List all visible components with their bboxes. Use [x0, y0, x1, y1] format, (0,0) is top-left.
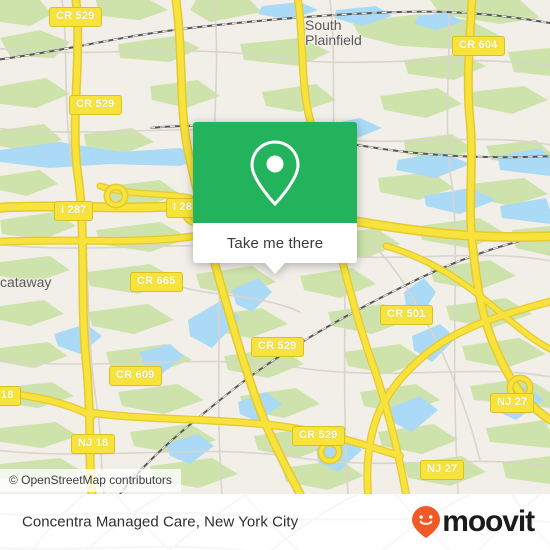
- bottom-title-bar: Concentra Managed Care, New York City mo…: [0, 494, 550, 550]
- location-info-card[interactable]: Take me there: [193, 122, 357, 274]
- road-shield-cr665: CR 665: [130, 272, 183, 292]
- card-pin-area: [193, 122, 357, 223]
- road-shield-cr609: CR 609: [109, 366, 162, 386]
- card-pointer-triangle: [265, 263, 285, 274]
- road-shield-cr529-d: CR 529: [292, 426, 345, 446]
- moovit-map-screenshot: South Plainfield cataway CR 529 CR 529 C…: [0, 0, 550, 550]
- road-shield-cr529-c: CR 529: [251, 337, 304, 357]
- osm-attribution[interactable]: © OpenStreetMap contributors: [0, 469, 181, 492]
- road-shield-cr529-a: CR 529: [49, 7, 102, 27]
- place-label-piscataway: cataway: [0, 274, 52, 290]
- place-label-south-plainfield: South Plainfield: [305, 17, 362, 48]
- take-me-there-button[interactable]: Take me there: [227, 235, 323, 252]
- card-action-area[interactable]: Take me there: [193, 223, 357, 274]
- moovit-smile-pin-icon: [412, 506, 441, 538]
- road-shield-18: 18: [0, 386, 21, 406]
- map-canvas[interactable]: South Plainfield cataway CR 529 CR 529 C…: [0, 0, 550, 494]
- moovit-logo[interactable]: moovit: [411, 505, 535, 539]
- page-title: Concentra Managed Care, New York City: [22, 513, 299, 531]
- road-shield-nj27-b: NJ 27: [420, 460, 465, 480]
- road-shield-nj18: NJ 18: [71, 434, 116, 454]
- road-shield-cr501: CR 501: [380, 305, 433, 325]
- map-pin-icon: [250, 139, 300, 206]
- road-shield-cr529-b: CR 529: [69, 95, 122, 115]
- road-shield-i287-a: I 287: [54, 201, 94, 221]
- road-shield-cr604: CR 604: [452, 36, 505, 56]
- moovit-wordmark: moovit: [442, 505, 535, 538]
- road-shield-nj27-a: NJ 27: [490, 393, 535, 413]
